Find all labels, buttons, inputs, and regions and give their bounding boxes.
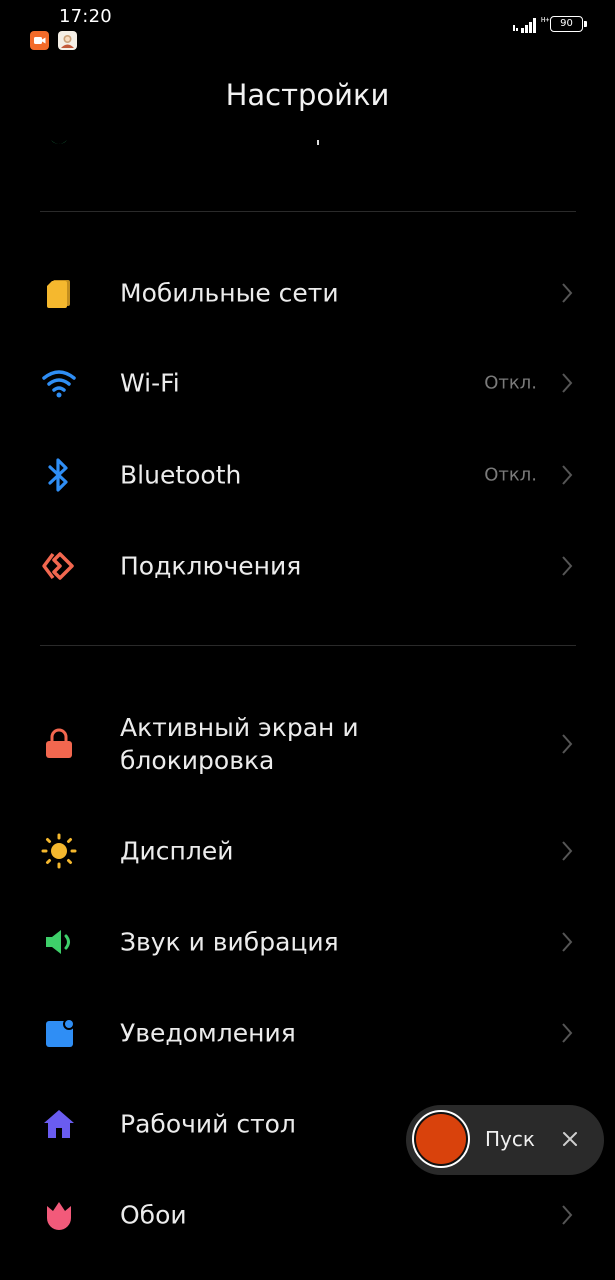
settings-item-lock-screen[interactable]: Активный экран и блокировка — [0, 702, 615, 786]
partial-mark — [317, 140, 319, 145]
settings-item-wifi[interactable]: Wi-Fi Откл. — [0, 343, 615, 423]
sim-card-icon — [40, 274, 78, 312]
chevron-right-icon — [562, 1023, 573, 1043]
chevron-right-icon — [562, 932, 573, 952]
chevron-right-icon — [562, 373, 573, 393]
settings-item-display[interactable]: Дисплей — [0, 811, 615, 891]
settings-item-wallpaper[interactable]: Обои — [0, 1175, 615, 1255]
settings-item-label: Подключения — [120, 551, 302, 581]
chevron-right-icon — [562, 283, 573, 303]
record-dot-icon — [416, 1114, 466, 1164]
wifi-icon — [40, 364, 78, 402]
partial-icon — [51, 140, 67, 144]
settings-item-label: Активный экран и блокировка — [120, 713, 359, 775]
settings-item-mobile-networks[interactable]: Мобильные сети — [0, 253, 615, 333]
partial-row — [0, 134, 615, 154]
settings-item-value: Откл. — [484, 372, 537, 394]
close-icon — [563, 1132, 577, 1146]
chevron-right-icon — [562, 556, 573, 576]
notification-icon — [40, 1014, 78, 1052]
app-avatar-icon — [58, 31, 77, 50]
settings-item-notifications[interactable]: Уведомления — [0, 993, 615, 1073]
battery-indicator: 90 — [550, 16, 587, 32]
settings-item-label: Bluetooth — [120, 460, 242, 490]
settings-item-label: Рабочий стол — [120, 1109, 296, 1139]
settings-item-sound[interactable]: Звук и вибрация — [0, 902, 615, 982]
signal-icon — [513, 18, 536, 33]
lock-icon — [40, 725, 78, 763]
settings-item-label: Звук и вибрация — [120, 927, 339, 957]
settings-item-label: Мобильные сети — [120, 278, 339, 308]
divider — [40, 645, 576, 646]
network-type: H+ — [541, 16, 550, 24]
home-icon — [40, 1105, 78, 1143]
record-button[interactable] — [412, 1110, 470, 1168]
tulip-icon — [40, 1196, 78, 1234]
screen-recorder-icon — [30, 31, 49, 50]
settings-item-bluetooth[interactable]: Bluetooth Откл. — [0, 435, 615, 515]
chevron-right-icon — [562, 734, 573, 754]
sun-icon — [40, 832, 78, 870]
start-label[interactable]: Пуск — [485, 1127, 535, 1151]
clock: 17:20 — [59, 6, 112, 27]
settings-item-label: Дисплей — [120, 836, 234, 866]
connections-icon — [40, 547, 78, 585]
settings-item-value: Откл. — [484, 464, 537, 486]
settings-item-connections[interactable]: Подключения — [0, 526, 615, 606]
settings-item-label: Уведомления — [120, 1018, 296, 1048]
status-bar: 17:20 H+ 90 — [0, 0, 615, 60]
bluetooth-icon — [40, 456, 78, 494]
settings-item-label: Wi-Fi — [120, 368, 180, 398]
chevron-right-icon — [562, 1205, 573, 1225]
divider — [40, 211, 576, 212]
settings-item-label: Обои — [120, 1200, 187, 1230]
speaker-icon — [40, 923, 78, 961]
close-button[interactable] — [556, 1125, 584, 1153]
page-title: Настройки — [225, 78, 390, 112]
screen-recorder-widget: Пуск — [406, 1105, 604, 1175]
chevron-right-icon — [562, 841, 573, 861]
chevron-right-icon — [562, 465, 573, 485]
